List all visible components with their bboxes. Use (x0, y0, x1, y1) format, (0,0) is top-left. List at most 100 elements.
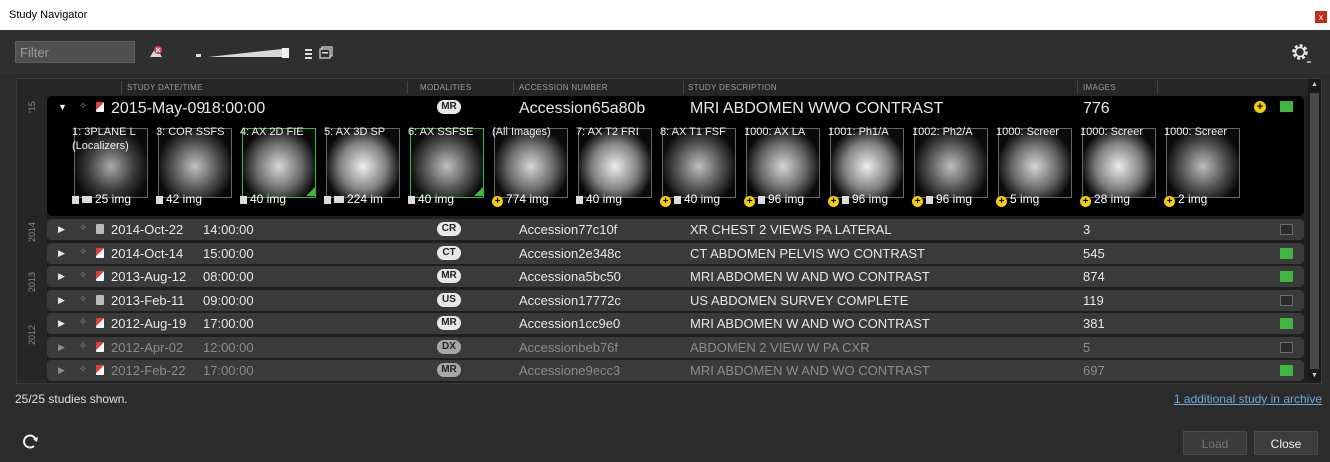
study-row[interactable]: ▶ ✧ 2014-Oct-14 15:00:00 CT Accession2e348c CT… (47, 243, 1304, 264)
study-row[interactable]: ▶ ✧ 2013-Aug-12 08:00:00 MR Accessiona5bc50 MR… (47, 266, 1304, 287)
series-image-count: +2 img (1164, 192, 1242, 207)
series-thumbnail[interactable]: 7: AX T2 FRI 40 img (576, 126, 654, 206)
modality-badge: MR (437, 269, 461, 283)
study-date: 2012-Aug-19 (111, 316, 187, 331)
cube-icon (926, 196, 933, 204)
expand-triangle-icon[interactable]: ▶ (58, 318, 65, 329)
expand-triangle-icon[interactable]: ▶ (58, 365, 65, 376)
pin-icon[interactable]: ✧ (79, 247, 87, 258)
series-thumbnail[interactable]: 4: AX 2D FIE 40 img (240, 126, 318, 206)
pin-icon[interactable]: ✧ (79, 364, 87, 375)
collapse-triangle-icon[interactable]: ▼ (58, 102, 67, 112)
image-count: 5 (1083, 340, 1091, 355)
folder-icon (82, 196, 92, 203)
series-count-text: 42 img (166, 192, 203, 206)
series-count-text: 40 img (586, 192, 623, 206)
study-description: XR CHEST 2 VIEWS PA LATERAL (690, 222, 892, 237)
accession-number: Accession17772c (519, 293, 621, 308)
series-thumbnail[interactable]: 1: 3PLANE L (Localizers) 25 img (72, 126, 150, 206)
study-time: 14:00:00 (203, 222, 254, 237)
series-thumbnail[interactable]: 1001: Ph1/A +96 img (828, 126, 906, 207)
series-thumbnail[interactable]: 5: AX 3D SP 224 im (324, 126, 402, 206)
load-button[interactable]: Load (1183, 431, 1247, 455)
column-modalities[interactable]: MODALITIES (420, 83, 471, 92)
series-thumbnail[interactable]: 1000: Screer +5 img (996, 126, 1074, 207)
filter-input[interactable] (15, 41, 135, 63)
study-row[interactable]: ▶ ✧ 2014-Oct-22 14:00:00 CR Accession77c10f XR… (47, 219, 1304, 240)
panel-view-icon[interactable] (319, 46, 333, 64)
year-label: 2014 (27, 221, 37, 243)
clear-filter-icon[interactable] (148, 45, 164, 59)
pin-icon[interactable]: ✧ (79, 341, 87, 352)
series-image-count: +28 img (1080, 192, 1158, 207)
expand-triangle-icon[interactable]: ▶ (58, 342, 65, 353)
series-thumbnail[interactable]: 1002: Ph2/A +96 img (912, 126, 990, 207)
scroll-up-arrow-icon[interactable]: ▲ (1311, 81, 1318, 88)
series-image-count: +5 img (996, 192, 1074, 207)
pin-icon[interactable]: ✧ (79, 101, 87, 112)
expand-triangle-icon[interactable]: ▶ (58, 224, 65, 235)
vertical-scrollbar[interactable]: ▲ ▼ (1308, 79, 1321, 383)
pin-icon[interactable]: ✧ (79, 317, 87, 328)
series-thumbnail[interactable]: (All Images) +774 img (492, 126, 570, 207)
expanded-study-row[interactable]: ▼ ✧ 2015-May-09 18:00:00 MR Accession65a… (47, 96, 1304, 216)
series-thumbnail[interactable]: 1000: AX LA +96 img (744, 126, 822, 207)
archive-link[interactable]: 1 additional study in archive (1174, 392, 1322, 406)
series-image-preview (1166, 128, 1240, 198)
series-thumbnail[interactable]: 3: COR SSFS 42 img (156, 126, 234, 206)
study-time: 17:00:00 (203, 316, 254, 331)
pin-icon[interactable]: ✧ (79, 223, 87, 234)
series-thumbnail[interactable]: 6: AX SSFSE 40 img (408, 126, 486, 206)
expand-triangle-icon[interactable]: ▶ (58, 295, 65, 306)
series-label: 1: 3PLANE L (72, 126, 136, 138)
column-study-date[interactable]: STUDY DATE/TIME (127, 83, 203, 92)
pin-icon[interactable]: ✧ (79, 294, 87, 305)
cube-icon (576, 196, 583, 204)
add-plus-icon[interactable]: + (1254, 101, 1266, 113)
study-row[interactable]: ▶ ✧ 2013-Feb-11 09:00:00 US Accession17772c US… (47, 290, 1304, 311)
series-thumbnail[interactable]: 1000: Screer +2 img (1164, 126, 1242, 207)
series-image-count: 224 im (324, 192, 402, 206)
series-image-preview (326, 128, 400, 198)
toolbar (0, 30, 1330, 74)
study-date: 2013-Aug-12 (111, 269, 187, 284)
series-image-count: 42 img (156, 192, 234, 206)
series-thumbnail[interactable]: 1000: Screer +28 img (1080, 126, 1158, 207)
study-description: ABDOMEN 2 VIEW W PA CXR (690, 340, 870, 355)
series-image-preview (1082, 128, 1156, 198)
image-count: 3 (1083, 222, 1091, 237)
series-count-text: 96 img (936, 192, 973, 206)
series-label: 1000: Screer (996, 126, 1059, 138)
study-row[interactable]: ▶ ✧ 2012-Apr-02 12:00:00 DX Accessionbeb76f AB… (47, 337, 1304, 358)
study-date: 2014-Oct-22 (111, 222, 184, 237)
settings-gear-icon[interactable] (1289, 41, 1313, 65)
series-image-count: 25 img (72, 192, 150, 206)
series-image-preview (242, 128, 316, 198)
series-image-count: +96 img (828, 192, 906, 207)
column-study-description[interactable]: STUDY DESCRIPTION (688, 83, 777, 92)
refresh-icon[interactable] (20, 432, 40, 452)
study-time: 09:00:00 (203, 293, 254, 308)
close-button[interactable]: Close (1254, 431, 1318, 455)
add-plus-icon: + (492, 196, 503, 207)
studies-shown-status: 25/25 studies shown. (15, 392, 128, 406)
cube-icon (324, 196, 331, 204)
thumbnail-size-slider[interactable] (194, 46, 294, 60)
series-thumbnail[interactable]: 8: AX T1 FSF +40 img (660, 126, 738, 207)
study-row[interactable]: ▶ ✧ 2012-Feb-22 17:00:00 MR Accessione9ecc3 MR… (47, 360, 1304, 381)
scrollbar-thumb[interactable] (1310, 93, 1319, 369)
column-accession-number[interactable]: ACCESSION NUMBER (519, 83, 608, 92)
series-image-preview (578, 128, 652, 198)
expand-triangle-icon[interactable]: ▶ (58, 271, 65, 282)
accession-number: Accession77c10f (519, 222, 618, 237)
scroll-down-arrow-icon[interactable]: ▼ (1311, 372, 1318, 379)
expand-triangle-icon[interactable]: ▶ (58, 248, 65, 259)
list-view-icon[interactable] (304, 47, 314, 65)
study-row[interactable]: ▶ ✧ 2012-Aug-19 17:00:00 MR Accession1cc9e0 MR… (47, 313, 1304, 334)
pin-icon[interactable]: ✧ (79, 270, 87, 281)
cube-icon (758, 196, 765, 204)
column-images[interactable]: IMAGES (1083, 83, 1116, 92)
series-count-text: 28 img (1094, 192, 1131, 206)
window-close-button[interactable]: x (1315, 11, 1327, 23)
cube-icon (240, 196, 247, 204)
